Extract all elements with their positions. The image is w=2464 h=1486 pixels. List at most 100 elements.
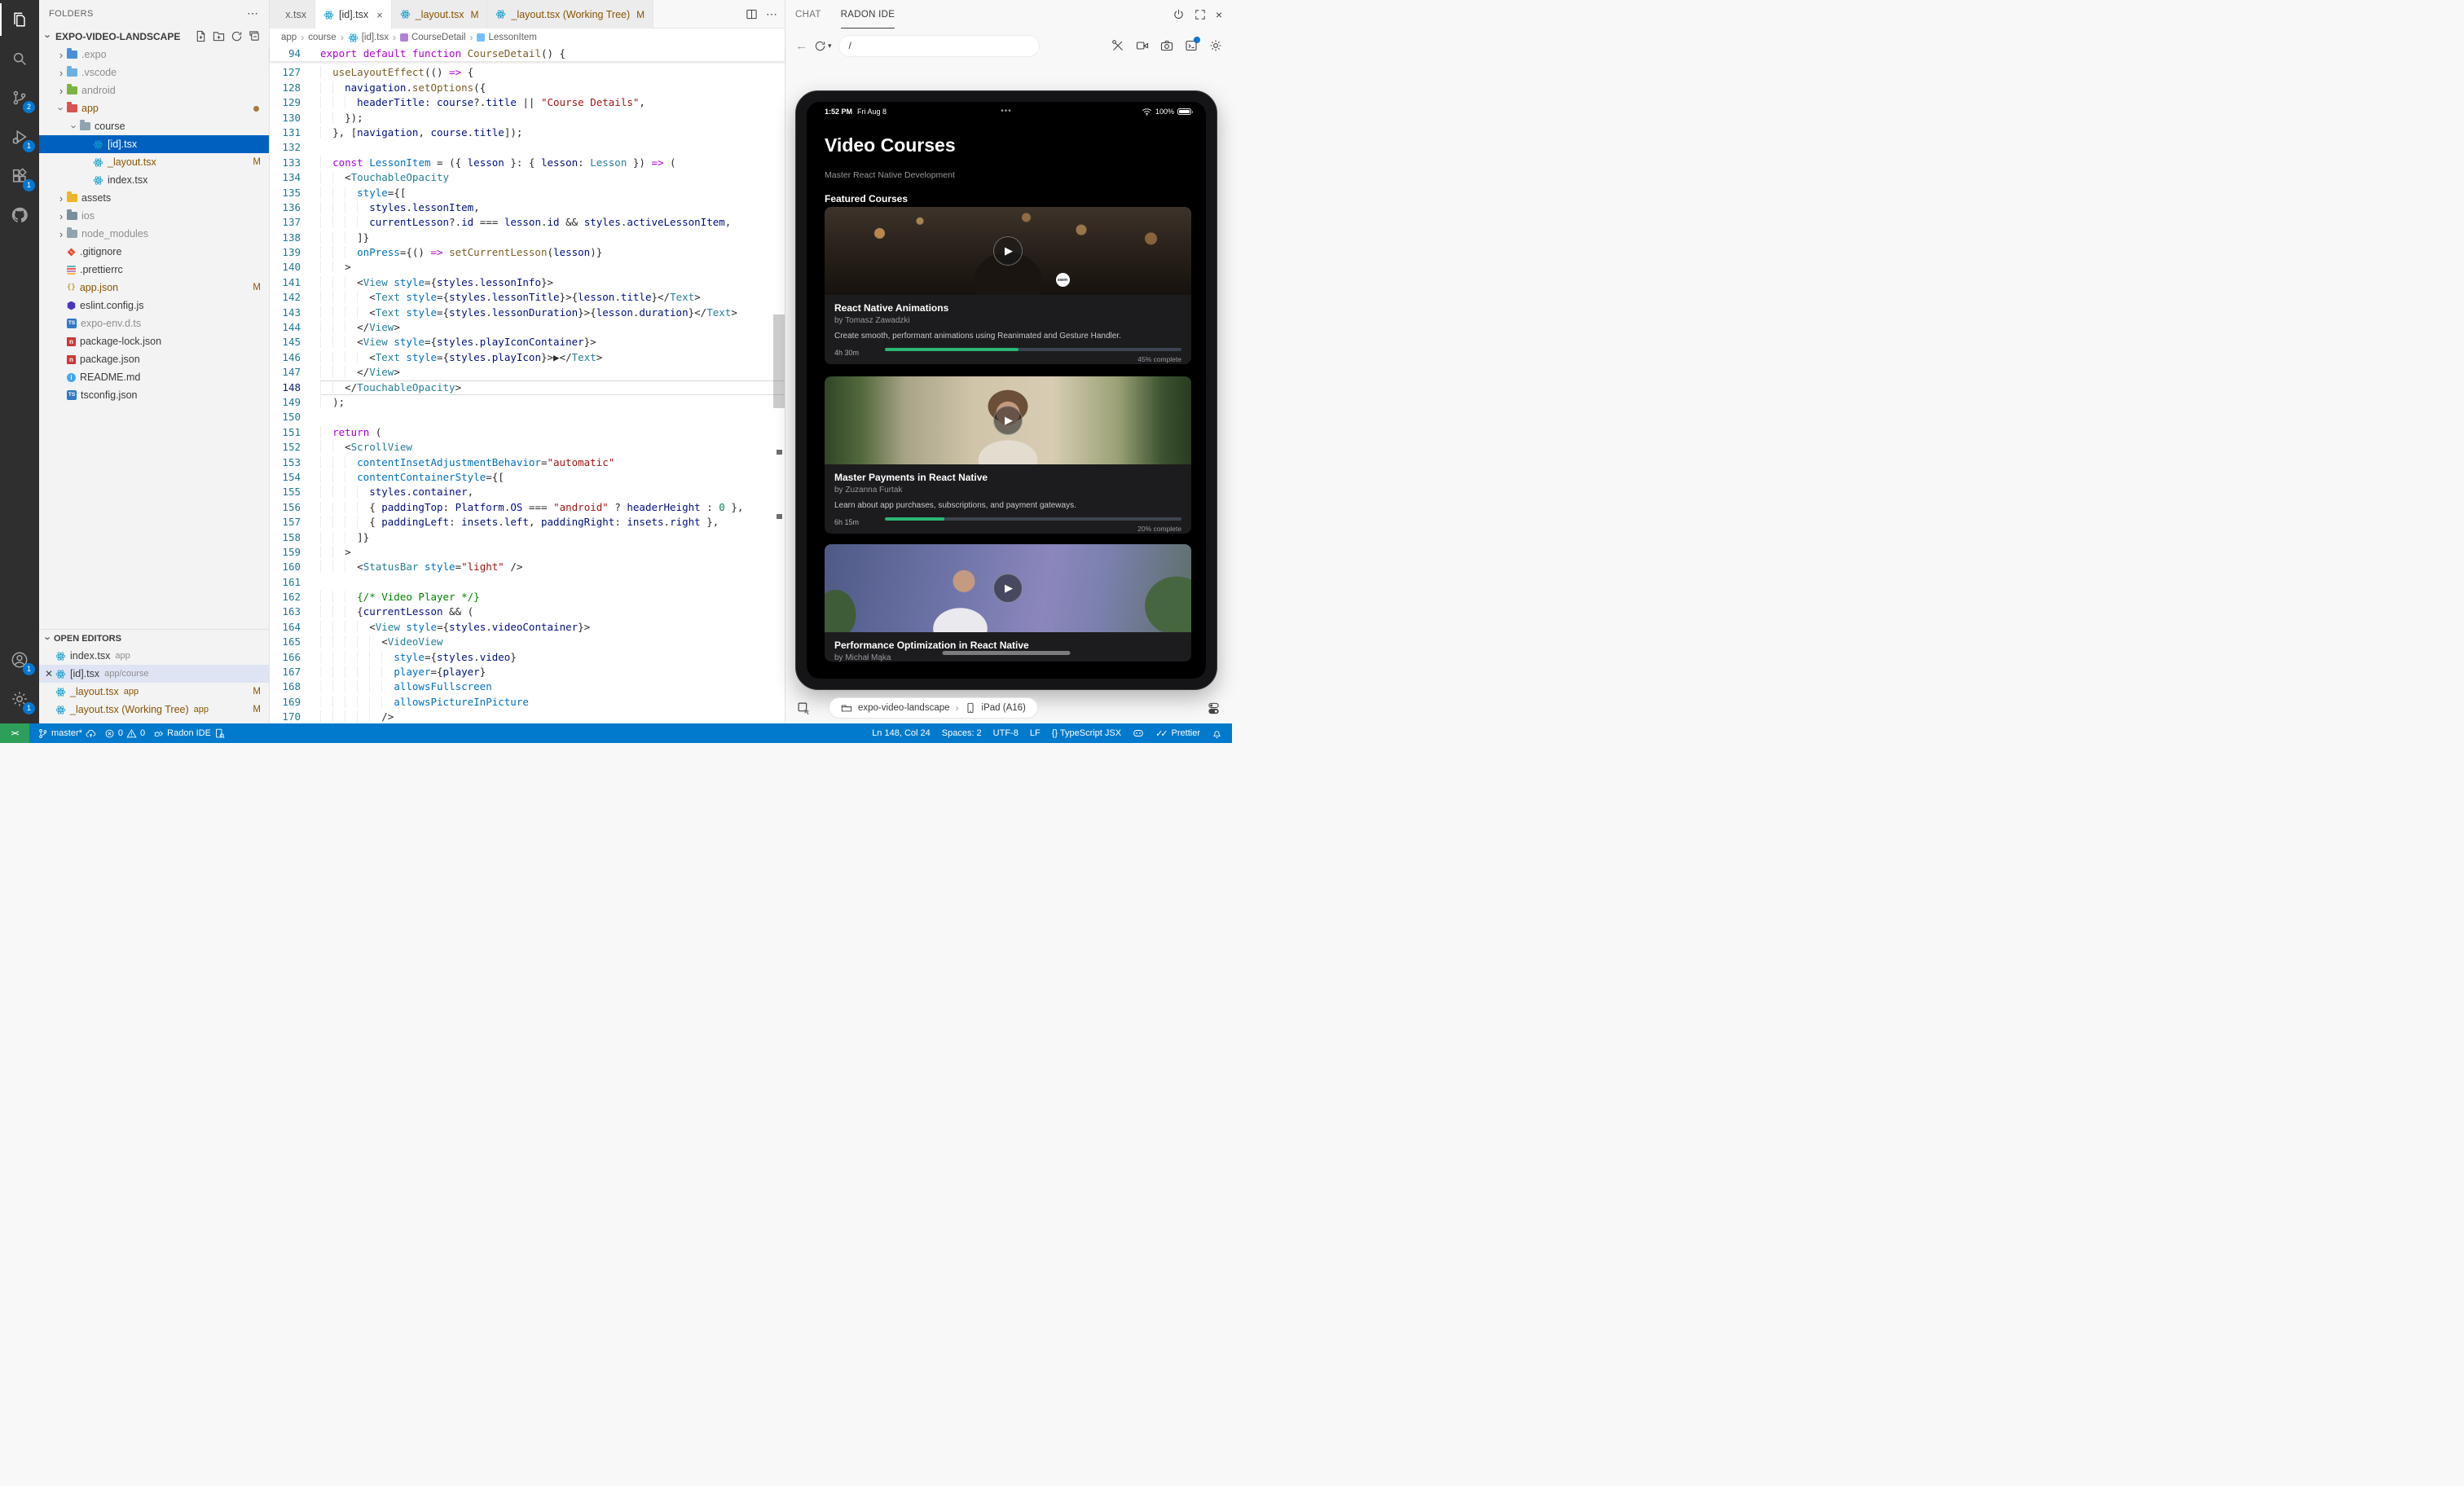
tree-item-.gitignore[interactable]: .gitignore: [39, 243, 269, 261]
editor-more-icon[interactable]: ⋯: [766, 7, 778, 21]
code-line-160[interactable]: 160 <StatusBar style="light" />: [270, 560, 785, 574]
code-line-150[interactable]: 150: [270, 410, 785, 424]
remote-indicator[interactable]: ><: [0, 723, 29, 743]
close-icon[interactable]: ×: [376, 9, 383, 21]
code-line-168[interactable]: 168 allowsFullscreen: [270, 679, 785, 694]
course-card-3[interactable]: ▶Performance Optimization in React Nativ…: [825, 544, 1191, 662]
power-icon[interactable]: [1173, 8, 1185, 20]
cursor-position[interactable]: Ln 148, Col 24: [872, 728, 931, 738]
code-line-149[interactable]: 149 );: [270, 395, 785, 410]
tree-item-app.json[interactable]: {}app.jsonM: [39, 279, 269, 297]
code-line-169[interactable]: 169 allowsPictureInPicture: [270, 695, 785, 710]
code-line-131[interactable]: 131 }, [navigation, course.title]);: [270, 125, 785, 140]
sticky-scroll-line[interactable]: 94 export default function CourseDetail(…: [270, 46, 785, 61]
tree-item-[id].tsx[interactable]: [id].tsx: [39, 135, 269, 153]
open-editor-_layout.tsx (Working Tree)[interactable]: _layout.tsx (Working Tree)appM: [39, 701, 269, 719]
play-button[interactable]: ▶: [993, 236, 1023, 266]
url-bar[interactable]: /: [838, 35, 1040, 57]
code-line-159[interactable]: 159 >: [270, 545, 785, 560]
back-icon[interactable]: ←: [795, 39, 807, 53]
code-line-132[interactable]: 132: [270, 140, 785, 155]
tree-item-_layout.tsx[interactable]: _layout.tsxM: [39, 153, 269, 171]
code-line-166[interactable]: 166 style={styles.video}: [270, 650, 785, 665]
editor-tab-x.tsx[interactable]: x.tsx: [270, 0, 315, 29]
editor-scrollbar[interactable]: [773, 314, 785, 408]
tree-item-.vscode[interactable]: ›.vscode: [39, 64, 269, 81]
split-editor-icon[interactable]: [746, 8, 758, 20]
account-button[interactable]: 1: [0, 640, 39, 679]
code-line-145[interactable]: 145 <View style={styles.playIconContaine…: [270, 335, 785, 350]
reload-button[interactable]: ▾: [814, 40, 832, 52]
code-line-138[interactable]: 138 ]}: [270, 231, 785, 245]
indentation[interactable]: Spaces: 2: [942, 728, 982, 738]
code-line-155[interactable]: 155 styles.container,: [270, 485, 785, 499]
tab-radon-ide[interactable]: RADON IDE: [841, 0, 895, 29]
code-line-144[interactable]: 144 </View>: [270, 320, 785, 335]
course-card-1[interactable]: ▶swmReact Native Animationsby Tomasz Zaw…: [825, 207, 1191, 364]
course-card-2[interactable]: ▶Master Payments in React Nativeby Zuzan…: [825, 376, 1191, 534]
tab-chat[interactable]: CHAT: [795, 0, 821, 29]
screenshot-icon[interactable]: [1160, 39, 1173, 52]
problems-item[interactable]: 0 0: [104, 728, 145, 739]
collapse-all-icon[interactable]: [249, 30, 261, 42]
code-line-156[interactable]: 156 { paddingTop: Platform.OS === "andro…: [270, 500, 785, 515]
open-editors-section[interactable]: › OPEN EDITORS: [39, 629, 269, 647]
home-indicator[interactable]: [943, 651, 1071, 655]
dev-tools-icon[interactable]: [1111, 39, 1124, 52]
device-selector[interactable]: expo-video-landscape › iPad (A16): [829, 697, 1038, 719]
code-line-153[interactable]: 153 contentInsetAdjustmentBehavior="auto…: [270, 455, 785, 470]
editor-tab-_layout.tsx (Working Tree)[interactable]: _layout.tsx (Working Tree)M: [487, 0, 653, 29]
tree-item-package-lock.json[interactable]: npackage-lock.json: [39, 332, 269, 350]
open-editor-_layout.tsx[interactable]: _layout.tsxappM: [39, 683, 269, 701]
run-debug-button[interactable]: 1: [0, 117, 39, 156]
tree-item-app[interactable]: ›app: [39, 99, 269, 117]
code-line-133[interactable]: 133 const LessonItem = ({ lesson }: { le…: [270, 156, 785, 170]
settings-button[interactable]: 1: [0, 679, 39, 719]
play-button[interactable]: ▶: [993, 574, 1023, 603]
tree-item-expo-env.d.ts[interactable]: TSexpo-env.d.ts: [39, 314, 269, 332]
language-mode[interactable]: {} TypeScript JSX: [1052, 728, 1121, 738]
encoding[interactable]: UTF-8: [993, 728, 1019, 738]
code-line-142[interactable]: 142 <Text style={styles.lessonTitle}>{le…: [270, 290, 785, 305]
simulator-screen[interactable]: 1:52 PM Fri Aug 8 ••• 100% Video Courses…: [807, 102, 1206, 679]
editor-tab-_layout.tsx[interactable]: _layout.tsxM: [392, 0, 488, 29]
notifications-button[interactable]: [1212, 728, 1222, 739]
tree-item-.prettierrc[interactable]: .prettierrc: [39, 261, 269, 279]
github-button[interactable]: [0, 196, 39, 235]
radon-status-item[interactable]: Radon IDE: [153, 728, 225, 739]
source-control-button[interactable]: 2: [0, 78, 39, 117]
code-line-137[interactable]: 137 currentLesson?.id === lesson.id && s…: [270, 215, 785, 230]
code-line-154[interactable]: 154 contentContainerStyle={[: [270, 470, 785, 485]
tree-item-assets[interactable]: ›assets: [39, 189, 269, 207]
close-panel-icon[interactable]: ×: [1216, 9, 1222, 20]
play-button[interactable]: ▶: [993, 406, 1023, 435]
code-line-143[interactable]: 143 <Text style={styles.lessonDuration}>…: [270, 306, 785, 320]
tree-item-node_modules[interactable]: ›node_modules: [39, 225, 269, 243]
element-inspector-icon[interactable]: [797, 701, 811, 715]
code-line-161[interactable]: 161: [270, 575, 785, 590]
tree-item-.expo[interactable]: ›.expo: [39, 46, 269, 64]
tree-item-eslint.config.js[interactable]: eslint.config.js: [39, 297, 269, 314]
code-line-141[interactable]: 141 <View style={styles.lessonInfo}>: [270, 275, 785, 290]
breadcrumb-CourseDetail[interactable]: CourseDetail: [400, 33, 465, 42]
search-button[interactable]: [0, 39, 39, 78]
root-folder[interactable]: › EXPO-VIDEO-LANDSCAPE: [39, 27, 269, 46]
code-line-152[interactable]: 152 <ScrollView: [270, 440, 785, 455]
code-line-134[interactable]: 134 <TouchableOpacity: [270, 170, 785, 185]
breadcrumb-[id].tsx[interactable]: [id].tsx: [348, 33, 389, 43]
code-area[interactable]: 126127 useLayoutEffect(() => {128 naviga…: [270, 46, 785, 723]
breadcrumb-course[interactable]: course: [308, 33, 337, 42]
copilot-button[interactable]: [1133, 728, 1144, 739]
open-editor-index.tsx[interactable]: index.tsxapp: [39, 647, 269, 665]
code-line-130[interactable]: 130 });: [270, 111, 785, 125]
code-line-163[interactable]: 163 {currentLesson && (: [270, 605, 785, 619]
code-line-170[interactable]: 170 />: [270, 710, 785, 723]
tree-item-package.json[interactable]: npackage.json: [39, 350, 269, 368]
formatter-item[interactable]: ✓✓ Prettier: [1155, 728, 1200, 739]
code-line-167[interactable]: 167 player={player}: [270, 665, 785, 679]
code-line-127[interactable]: 127 useLayoutEffect(() => {: [270, 65, 785, 80]
code-line-151[interactable]: 151 return (: [270, 425, 785, 440]
tree-item-tsconfig.json[interactable]: TStsconfig.json: [39, 386, 269, 404]
extensions-button[interactable]: 1: [0, 156, 39, 196]
tree-item-README.md[interactable]: iREADME.md: [39, 368, 269, 386]
